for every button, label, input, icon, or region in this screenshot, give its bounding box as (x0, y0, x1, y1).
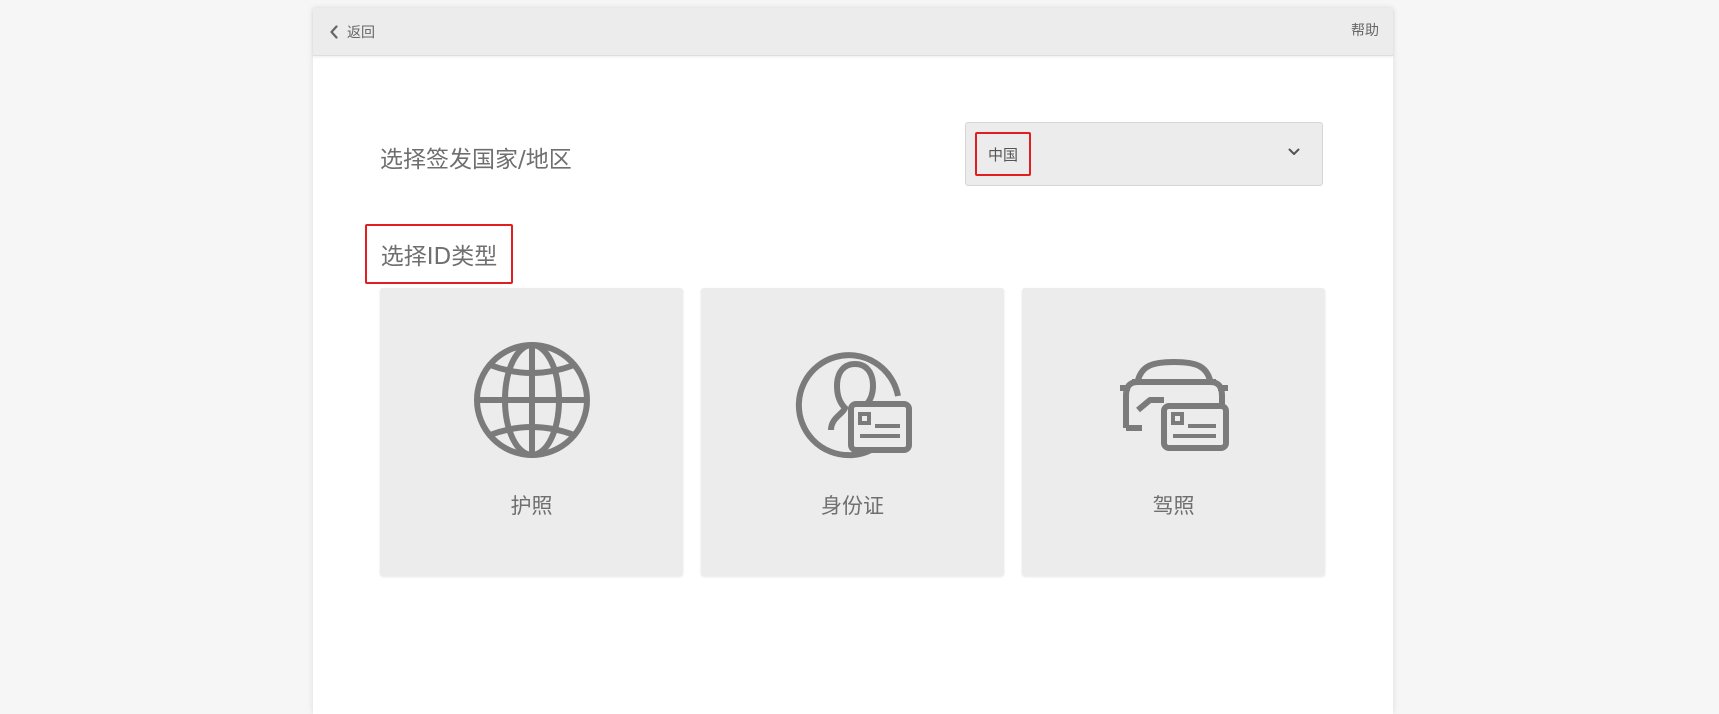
chevron-down-icon (1288, 148, 1300, 155)
id-card-label: 身份证 (821, 494, 884, 518)
country-select-value: 中国 (975, 132, 1031, 176)
country-select[interactable]: 中国 (965, 122, 1323, 186)
back-button[interactable]: 返回 (329, 8, 375, 55)
id-card-card[interactable]: 身份证 (701, 288, 1004, 576)
id-card-icon (795, 352, 912, 459)
car-license-icon (1120, 359, 1229, 451)
main-panel: 返回 帮助 选择签发国家/地区 中国 选择ID类型 护照 身份证 驾照 (313, 8, 1393, 714)
passport-label: 护照 (510, 494, 553, 518)
top-bar: 返回 帮助 (313, 8, 1393, 56)
chevron-left-icon (330, 24, 338, 39)
passport-card[interactable]: 护照 (380, 288, 683, 576)
id-type-heading: 选择ID类型 (365, 224, 513, 284)
driver-license-card[interactable]: 驾照 (1022, 288, 1325, 576)
help-link[interactable]: 帮助 (1351, 8, 1379, 55)
id-type-label: 选择ID类型 (380, 244, 498, 270)
back-label: 返回 (347, 24, 375, 41)
driver-license-label: 驾照 (1152, 494, 1195, 518)
globe-icon (474, 342, 590, 458)
country-label: 选择签发国家/地区 (380, 147, 572, 173)
